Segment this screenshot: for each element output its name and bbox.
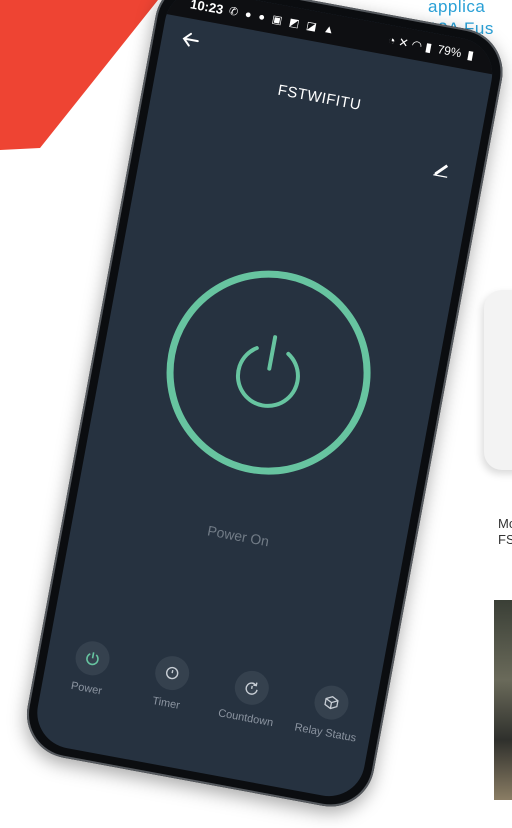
app-screen: 10:23 ✆ ● ● ▣ ◩ ◪ ▲ ◔ ✕ ◠ ▮ 79% ▮ FSTWIF…: [31, 0, 499, 803]
status-right: ◔ ✕ ◠ ▮ 79% ▮: [387, 33, 475, 63]
power-icon: [72, 638, 112, 679]
battery-text: 79%: [436, 42, 463, 61]
edit-pencil-icon[interactable]: [431, 157, 452, 179]
phone: 10:23 ✆ ● ● ▣ ◩ ◪ ▲ ◔ ✕ ◠ ▮ 79% ▮ FSTWIF…: [19, 0, 510, 814]
nav-item-power[interactable]: Power: [41, 635, 130, 756]
status-time: 10:23: [189, 0, 225, 17]
nav-label-countdown: Countdown: [217, 707, 275, 730]
power-icon[interactable]: [217, 321, 320, 424]
nav-label-power: Power: [69, 679, 103, 698]
nav-label-relay-status: Relay Status: [293, 721, 358, 745]
relay-status-icon: [311, 682, 351, 723]
nav-item-countdown[interactable]: Countdown: [200, 665, 289, 786]
nav-item-relay-status[interactable]: Relay Status: [280, 679, 369, 800]
timer-icon: [151, 653, 192, 693]
power-state-label: Power On: [206, 522, 271, 550]
system-icons: ◔ ✕ ◠ ▮: [386, 32, 434, 55]
phone-mockup-area: 10:23 ✆ ● ● ▣ ◩ ◪ ▲ ◔ ✕ ◠ ▮ 79% ▮ FSTWIF…: [0, 0, 512, 828]
nav-label-timer: Timer: [151, 695, 181, 712]
page-title: FSTWIFITU: [276, 81, 363, 114]
back-arrow-icon[interactable]: [179, 29, 201, 56]
countdown-icon: [231, 667, 272, 708]
nav-item-timer[interactable]: Timer: [120, 650, 209, 771]
battery-icon: ▮: [465, 47, 476, 63]
